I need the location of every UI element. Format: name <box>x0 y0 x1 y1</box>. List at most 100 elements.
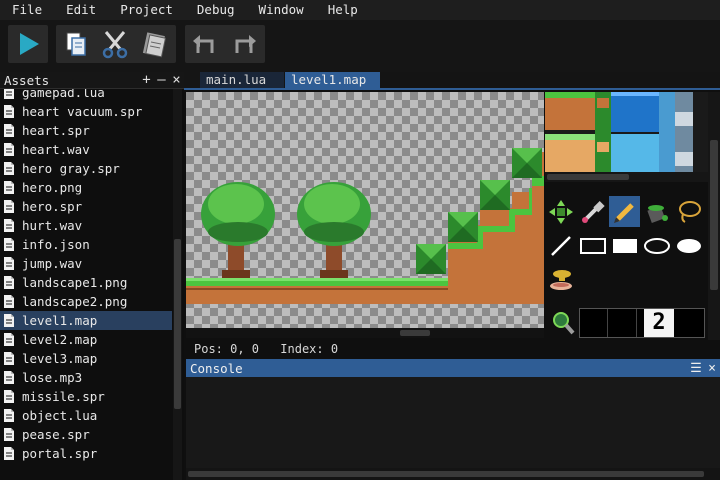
ellipse-fill-icon <box>676 238 701 253</box>
file-item[interactable]: landscape1.png <box>0 273 172 292</box>
eyedropper-tool[interactable] <box>577 196 608 227</box>
file-item[interactable]: hero.png <box>0 178 172 197</box>
redo-button[interactable] <box>225 25 263 63</box>
menu-project[interactable]: Project <box>108 0 185 20</box>
file-name: gamepad.lua <box>22 89 105 100</box>
file-item[interactable]: object.lua <box>0 406 172 425</box>
file-icon <box>2 332 16 347</box>
console-menu-icon[interactable]: ☰ <box>688 361 704 376</box>
file-icon <box>2 161 16 176</box>
clipboard-group <box>56 25 176 63</box>
map-hscrollbar[interactable] <box>186 328 544 338</box>
file-icon <box>2 218 16 233</box>
layer-cell-2[interactable] <box>609 309 637 337</box>
ellipse-outline-tool[interactable] <box>641 230 672 261</box>
bucket-tool[interactable] <box>641 196 672 227</box>
file-item[interactable]: hero gray.spr <box>0 159 172 178</box>
file-icon <box>2 199 16 214</box>
file-item[interactable]: heart.wav <box>0 140 172 159</box>
tileset-scroll-thumb[interactable] <box>547 174 629 180</box>
close-assets-button[interactable]: × <box>169 72 184 88</box>
rect-fill-tool[interactable] <box>609 230 640 261</box>
map-hscroll-thumb[interactable] <box>400 330 430 336</box>
block-tile-3 <box>480 180 510 210</box>
file-item[interactable]: lose.mp3 <box>0 368 172 387</box>
file-icon <box>2 142 16 157</box>
play-icon <box>20 33 39 55</box>
add-asset-button[interactable]: + <box>139 72 154 88</box>
layer-selector[interactable]: 2 <box>579 308 705 338</box>
copy-button[interactable] <box>57 25 95 63</box>
tileset-hscrollbar[interactable] <box>545 172 708 182</box>
copy-icon <box>66 32 86 56</box>
zoom-layer-row: 2 <box>545 305 708 339</box>
file-item[interactable]: heart vacuum.spr <box>0 102 172 121</box>
stamp-tool[interactable] <box>545 262 576 293</box>
file-item[interactable]: hurt.wav <box>0 216 172 235</box>
tree-right <box>297 182 371 278</box>
block-tile-4 <box>512 148 542 178</box>
file-icon <box>2 123 16 138</box>
file-item[interactable]: landscape2.png <box>0 292 172 311</box>
rect-outline-icon <box>579 237 606 254</box>
tileset-preview[interactable] <box>545 92 708 172</box>
file-name: hero.spr <box>22 199 83 214</box>
eyedropper-icon <box>581 200 605 223</box>
ellipse-fill-tool[interactable] <box>673 230 704 261</box>
cut-icon <box>102 31 128 59</box>
bucket-icon <box>646 204 668 223</box>
file-item[interactable]: hero.spr <box>0 197 172 216</box>
assets-scroll-thumb[interactable] <box>174 239 181 409</box>
map-canvas[interactable] <box>186 92 544 328</box>
file-item[interactable]: level1.map <box>0 311 172 330</box>
file-item[interactable]: jump.wav <box>0 254 172 273</box>
file-item[interactable]: level3.map <box>0 349 172 368</box>
file-name: landscape1.png <box>22 275 128 290</box>
file-item[interactable]: gamepad.lua <box>0 89 172 102</box>
paste-button[interactable] <box>136 25 174 63</box>
tile-index: Index: 0 <box>280 342 339 356</box>
move-tool[interactable] <box>545 196 576 227</box>
file-icon <box>2 89 16 100</box>
close-console-button[interactable]: × <box>704 361 720 376</box>
rect-outline-tool[interactable] <box>577 230 608 261</box>
file-item[interactable]: portal.spr <box>0 444 172 463</box>
menu-edit[interactable]: Edit <box>54 0 108 20</box>
file-name: portal.spr <box>22 446 98 461</box>
line-tool[interactable] <box>545 230 576 261</box>
assets-header: Assets + — × <box>0 72 184 89</box>
console-output[interactable] <box>186 377 720 480</box>
tab-main-lua[interactable]: main.lua <box>200 72 284 88</box>
cut-button[interactable] <box>96 25 134 63</box>
file-name: hero.png <box>22 180 83 195</box>
assets-scrollbar[interactable] <box>173 89 182 480</box>
play-button[interactable] <box>9 25 47 63</box>
file-icon <box>2 427 16 442</box>
menu-debug[interactable]: Debug <box>185 0 247 20</box>
console-hscroll-thumb[interactable] <box>188 471 704 477</box>
undo-icon <box>193 35 214 53</box>
file-item[interactable]: heart.spr <box>0 121 172 140</box>
menu-window[interactable]: Window <box>247 0 316 20</box>
file-icon <box>2 104 16 119</box>
menu-file[interactable]: File <box>0 0 54 20</box>
file-item[interactable]: info.json <box>0 235 172 254</box>
undo-button[interactable] <box>186 25 224 63</box>
file-item[interactable]: level2.map <box>0 330 172 349</box>
file-list: gamepad.lua heart vacuum.spr heart.spr hear… <box>0 89 172 480</box>
menu-help[interactable]: Help <box>316 0 370 20</box>
file-item[interactable]: pease.spr <box>0 425 172 444</box>
tab-level1-map[interactable]: level1.map <box>285 72 380 88</box>
file-icon <box>2 389 16 404</box>
assets-panel: Assets + — × gamepad.lua heart vacuum.spr… <box>0 72 184 480</box>
pencil-tool[interactable] <box>609 196 640 227</box>
file-item[interactable]: missile.spr <box>0 387 172 406</box>
zoom-icon[interactable] <box>549 309 577 337</box>
console-hscrollbar[interactable] <box>186 468 720 480</box>
lasso-tool[interactable] <box>673 196 704 227</box>
tools-vscrollbar[interactable] <box>708 92 720 340</box>
layer-cell-1[interactable] <box>580 309 608 337</box>
tools-vscroll-thumb[interactable] <box>710 140 718 290</box>
collapse-assets-button[interactable]: — <box>154 72 169 88</box>
file-name: object.lua <box>22 408 98 423</box>
